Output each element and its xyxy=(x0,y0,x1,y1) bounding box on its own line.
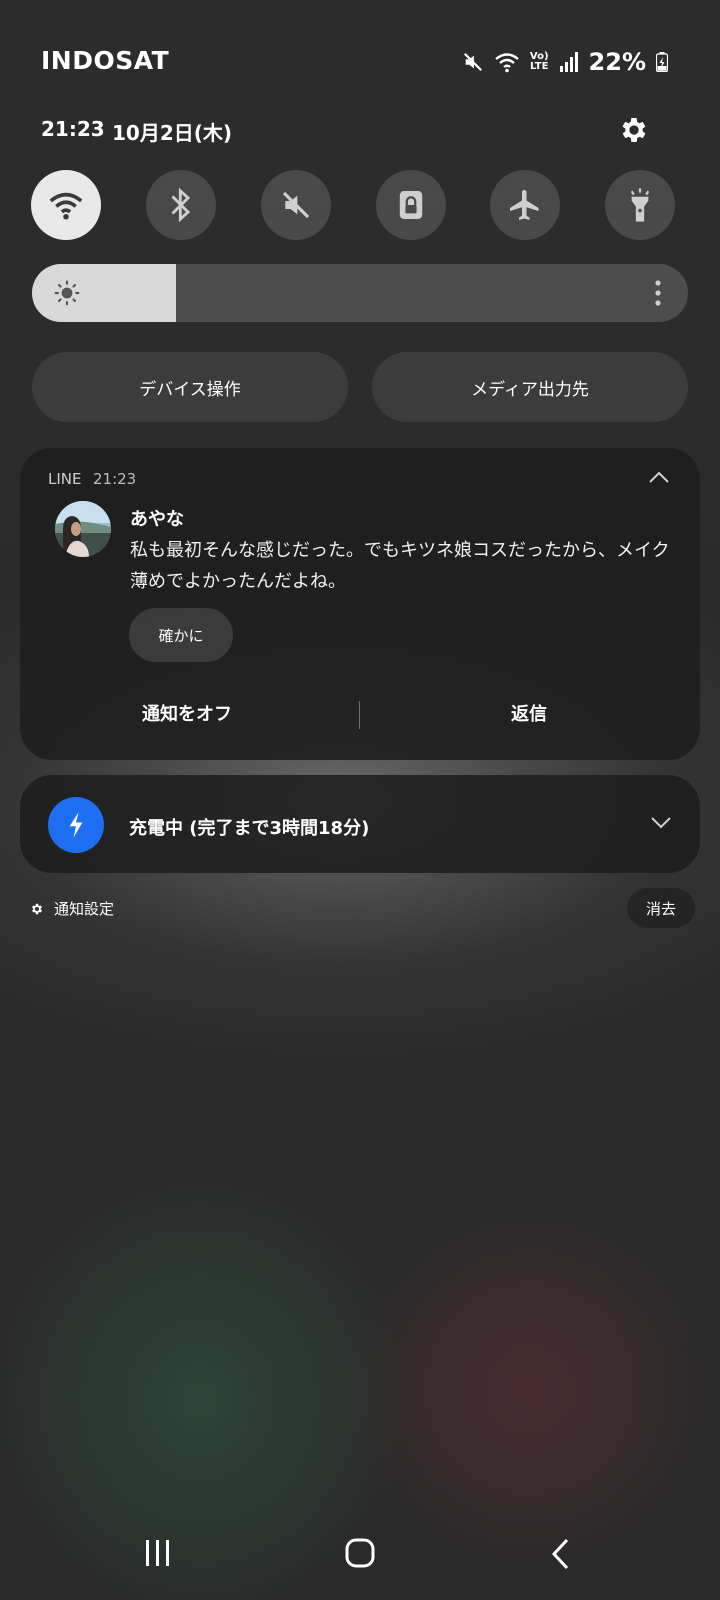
tile-airplane[interactable] xyxy=(490,170,560,240)
quick-reply-button[interactable]: 確かに xyxy=(129,608,233,662)
back-icon[interactable] xyxy=(551,1538,571,1570)
tile-rotation-lock[interactable] xyxy=(376,170,446,240)
lightning-icon xyxy=(69,812,83,838)
tile-wifi[interactable] xyxy=(31,170,101,240)
battery-charging-icon xyxy=(656,52,668,72)
notification-message: 私も最初そんな感じだった。でもキツネ娘コスだったから、メイク薄めでよかったんだよ… xyxy=(130,540,670,592)
action-divider xyxy=(359,701,360,729)
chevron-down-icon[interactable] xyxy=(650,816,672,830)
bluetooth-icon xyxy=(171,188,191,222)
airplane-icon xyxy=(510,190,539,220)
sun-icon xyxy=(54,280,80,306)
tile-bluetooth[interactable] xyxy=(146,170,216,240)
mute-icon xyxy=(463,52,482,72)
avatar xyxy=(55,501,111,557)
clock: 21:23 xyxy=(41,117,105,141)
media-output-button[interactable]: メディア出力先 xyxy=(372,352,688,422)
wifi-icon xyxy=(49,192,83,220)
flashlight-icon xyxy=(630,188,650,222)
gear-icon xyxy=(31,903,43,914)
line-notification-card[interactable] xyxy=(20,448,700,760)
recent-apps-icon[interactable] xyxy=(144,1538,172,1568)
device-control-button[interactable]: デバイス操作 xyxy=(32,352,348,422)
brightness-slider[interactable] xyxy=(32,264,688,322)
charging-icon-badge xyxy=(48,797,104,853)
notification-sender: あやな xyxy=(130,509,184,530)
lock-icon xyxy=(399,191,423,219)
mute-icon xyxy=(282,191,310,219)
home-icon[interactable] xyxy=(345,1538,375,1568)
more-options-icon[interactable] xyxy=(654,279,662,307)
tile-flashlight[interactable] xyxy=(605,170,675,240)
turn-off-notifications-button[interactable]: 通知をオフ xyxy=(142,700,232,726)
reply-button[interactable]: 返信 xyxy=(511,700,547,726)
chevron-up-icon[interactable] xyxy=(648,470,670,484)
clear-button[interactable]: 消去 xyxy=(627,888,695,928)
charging-status: 充電中 (完了まで3時間18分) xyxy=(129,818,370,839)
date[interactable]: 10月2日(木) xyxy=(112,117,232,146)
volte-icon: Vo) LTE xyxy=(529,51,549,72)
signal-icon xyxy=(559,52,578,72)
status-icons: Vo) LTE 22% xyxy=(462,48,668,76)
notification-app-name: LINE xyxy=(48,470,82,488)
notification-settings-link[interactable]: 通知設定 xyxy=(30,898,114,919)
settings-button[interactable] xyxy=(614,110,654,150)
gear-icon xyxy=(622,118,646,142)
tile-sound[interactable] xyxy=(261,170,331,240)
notification-settings-label: 通知設定 xyxy=(54,900,115,918)
battery-percent: 22% xyxy=(588,48,646,76)
notification-time: 21:23 xyxy=(93,470,137,488)
carrier-name: INDOSAT xyxy=(41,46,170,75)
wifi-icon xyxy=(495,53,519,73)
